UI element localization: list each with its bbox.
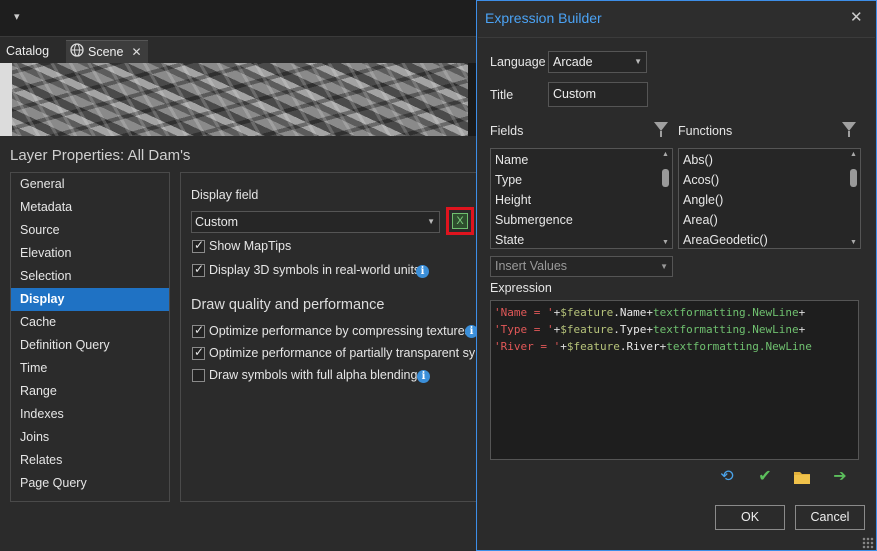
nav-item-display[interactable]: Display xyxy=(11,288,169,311)
list-item[interactable]: AreaGeodetic() xyxy=(683,230,768,248)
scene-edge xyxy=(0,63,12,136)
nav-item-selection[interactable]: Selection xyxy=(11,265,169,288)
folder-icon[interactable] xyxy=(793,469,811,488)
tab-scene[interactable]: Scene ✕ xyxy=(66,40,148,63)
chevron-down-icon: ▼ xyxy=(634,57,642,66)
optimize-transparent-label: Optimize performance of partially transp… xyxy=(209,346,475,360)
section-heading: Draw quality and performance xyxy=(191,297,385,313)
fields-list[interactable]: Name Type Height Submergence State ▲ ▼ xyxy=(490,148,673,249)
undo-icon[interactable]: ⟲ xyxy=(716,466,738,488)
list-item[interactable]: Acos() xyxy=(683,170,719,190)
code-line: 'Name = '+$feature.Name+textformatting.N… xyxy=(494,306,806,319)
code-line: 'River = '+$feature.River+textformatting… xyxy=(494,340,812,353)
list-item[interactable]: Submergence xyxy=(495,210,573,230)
nav-item-time[interactable]: Time xyxy=(11,357,169,380)
cancel-button[interactable]: Cancel xyxy=(795,505,865,530)
tab-catalog[interactable]: Catalog xyxy=(0,40,55,62)
list-item[interactable]: Area() xyxy=(683,210,718,230)
scene-view[interactable] xyxy=(0,63,478,136)
close-icon[interactable]: ✕ xyxy=(850,8,863,26)
fields-label: Fields xyxy=(490,124,524,138)
customize-qat-icon[interactable]: ▾ xyxy=(14,10,20,23)
nav-item-range[interactable]: Range xyxy=(11,380,169,403)
info-icon[interactable]: i xyxy=(416,265,429,278)
list-item[interactable]: Angle() xyxy=(683,190,723,210)
title-input[interactable]: Custom xyxy=(548,82,648,107)
show-maptips-checkbox[interactable] xyxy=(192,238,205,253)
resize-grip-icon[interactable] xyxy=(862,537,874,549)
expression-label: Expression xyxy=(490,281,552,295)
tab-scene-label: Scene xyxy=(88,45,124,59)
ok-button[interactable]: OK xyxy=(715,505,785,530)
list-item[interactable]: Name xyxy=(495,150,528,170)
functions-list[interactable]: Abs() Acos() Angle() Area() AreaGeodetic… xyxy=(678,148,861,249)
nav-item-cache[interactable]: Cache xyxy=(11,311,169,334)
scene-globe-icon xyxy=(70,42,84,64)
code-line: 'Type = '+$feature.Type+textformatting.N… xyxy=(494,323,806,336)
nav-item-indexes[interactable]: Indexes xyxy=(11,403,169,426)
close-tab-icon[interactable]: ✕ xyxy=(131,45,141,59)
display-field-value: Custom xyxy=(195,215,239,229)
info-icon[interactable]: i xyxy=(417,370,430,383)
insert-values-placeholder: Insert Values xyxy=(495,259,568,273)
language-value: Arcade xyxy=(553,55,593,69)
display-3d-label: Display 3D symbols in real-world units xyxy=(209,263,421,277)
insert-values-select[interactable]: Insert Values ▼ xyxy=(490,256,673,277)
scene-divider xyxy=(468,63,476,136)
nav-item-general[interactable]: General xyxy=(11,173,169,196)
expression-builder-icon[interactable]: X xyxy=(452,213,468,229)
functions-label: Functions xyxy=(678,124,733,138)
properties-nav-list: General Metadata Source Elevation Select… xyxy=(10,172,170,502)
title-label: Title xyxy=(490,88,514,102)
optimize-textures-label: Optimize performance by compressing text… xyxy=(209,324,471,338)
optimize-transparent-checkbox[interactable] xyxy=(192,345,205,360)
list-item[interactable]: State xyxy=(495,230,524,248)
display-field-select[interactable]: Custom ▼ xyxy=(191,211,440,233)
display-3d-checkbox[interactable] xyxy=(192,262,205,277)
alpha-blending-label: Draw symbols with full alpha blending xyxy=(209,368,418,382)
dialog-title: Expression Builder xyxy=(485,10,602,26)
list-item[interactable]: Type xyxy=(495,170,522,190)
language-label: Language xyxy=(490,55,546,69)
list-item[interactable]: Abs() xyxy=(683,150,713,170)
functions-filter-icon[interactable] xyxy=(842,122,856,137)
fields-filter-icon[interactable] xyxy=(654,122,668,137)
chevron-down-icon: ▼ xyxy=(660,262,668,271)
alpha-blending-checkbox[interactable] xyxy=(192,369,205,382)
nav-item-page-query[interactable]: Page Query xyxy=(11,472,169,495)
nav-item-joins[interactable]: Joins xyxy=(11,426,169,449)
nav-item-definition-query[interactable]: Definition Query xyxy=(11,334,169,357)
show-maptips-label: Show MapTips xyxy=(209,239,292,253)
expression-editor[interactable]: 'Name = '+$feature.Name+textformatting.N… xyxy=(490,300,859,460)
optimize-textures-checkbox[interactable] xyxy=(192,323,205,338)
layer-properties-title: Layer Properties: All Dam's xyxy=(10,147,191,164)
nav-item-relates[interactable]: Relates xyxy=(11,449,169,472)
export-arrow-icon[interactable]: ➔ xyxy=(829,466,851,488)
chevron-down-icon: ▼ xyxy=(427,217,435,226)
nav-item-source[interactable]: Source xyxy=(11,219,169,242)
list-item[interactable]: Height xyxy=(495,190,531,210)
language-select[interactable]: Arcade ▼ xyxy=(548,51,647,73)
display-field-label: Display field xyxy=(191,188,259,202)
verify-icon[interactable]: ✔ xyxy=(754,466,776,488)
nav-item-elevation[interactable]: Elevation xyxy=(11,242,169,265)
scrollbar[interactable]: ▲ ▼ xyxy=(849,151,858,246)
nav-item-metadata[interactable]: Metadata xyxy=(11,196,169,219)
scrollbar[interactable]: ▲ ▼ xyxy=(661,151,670,246)
